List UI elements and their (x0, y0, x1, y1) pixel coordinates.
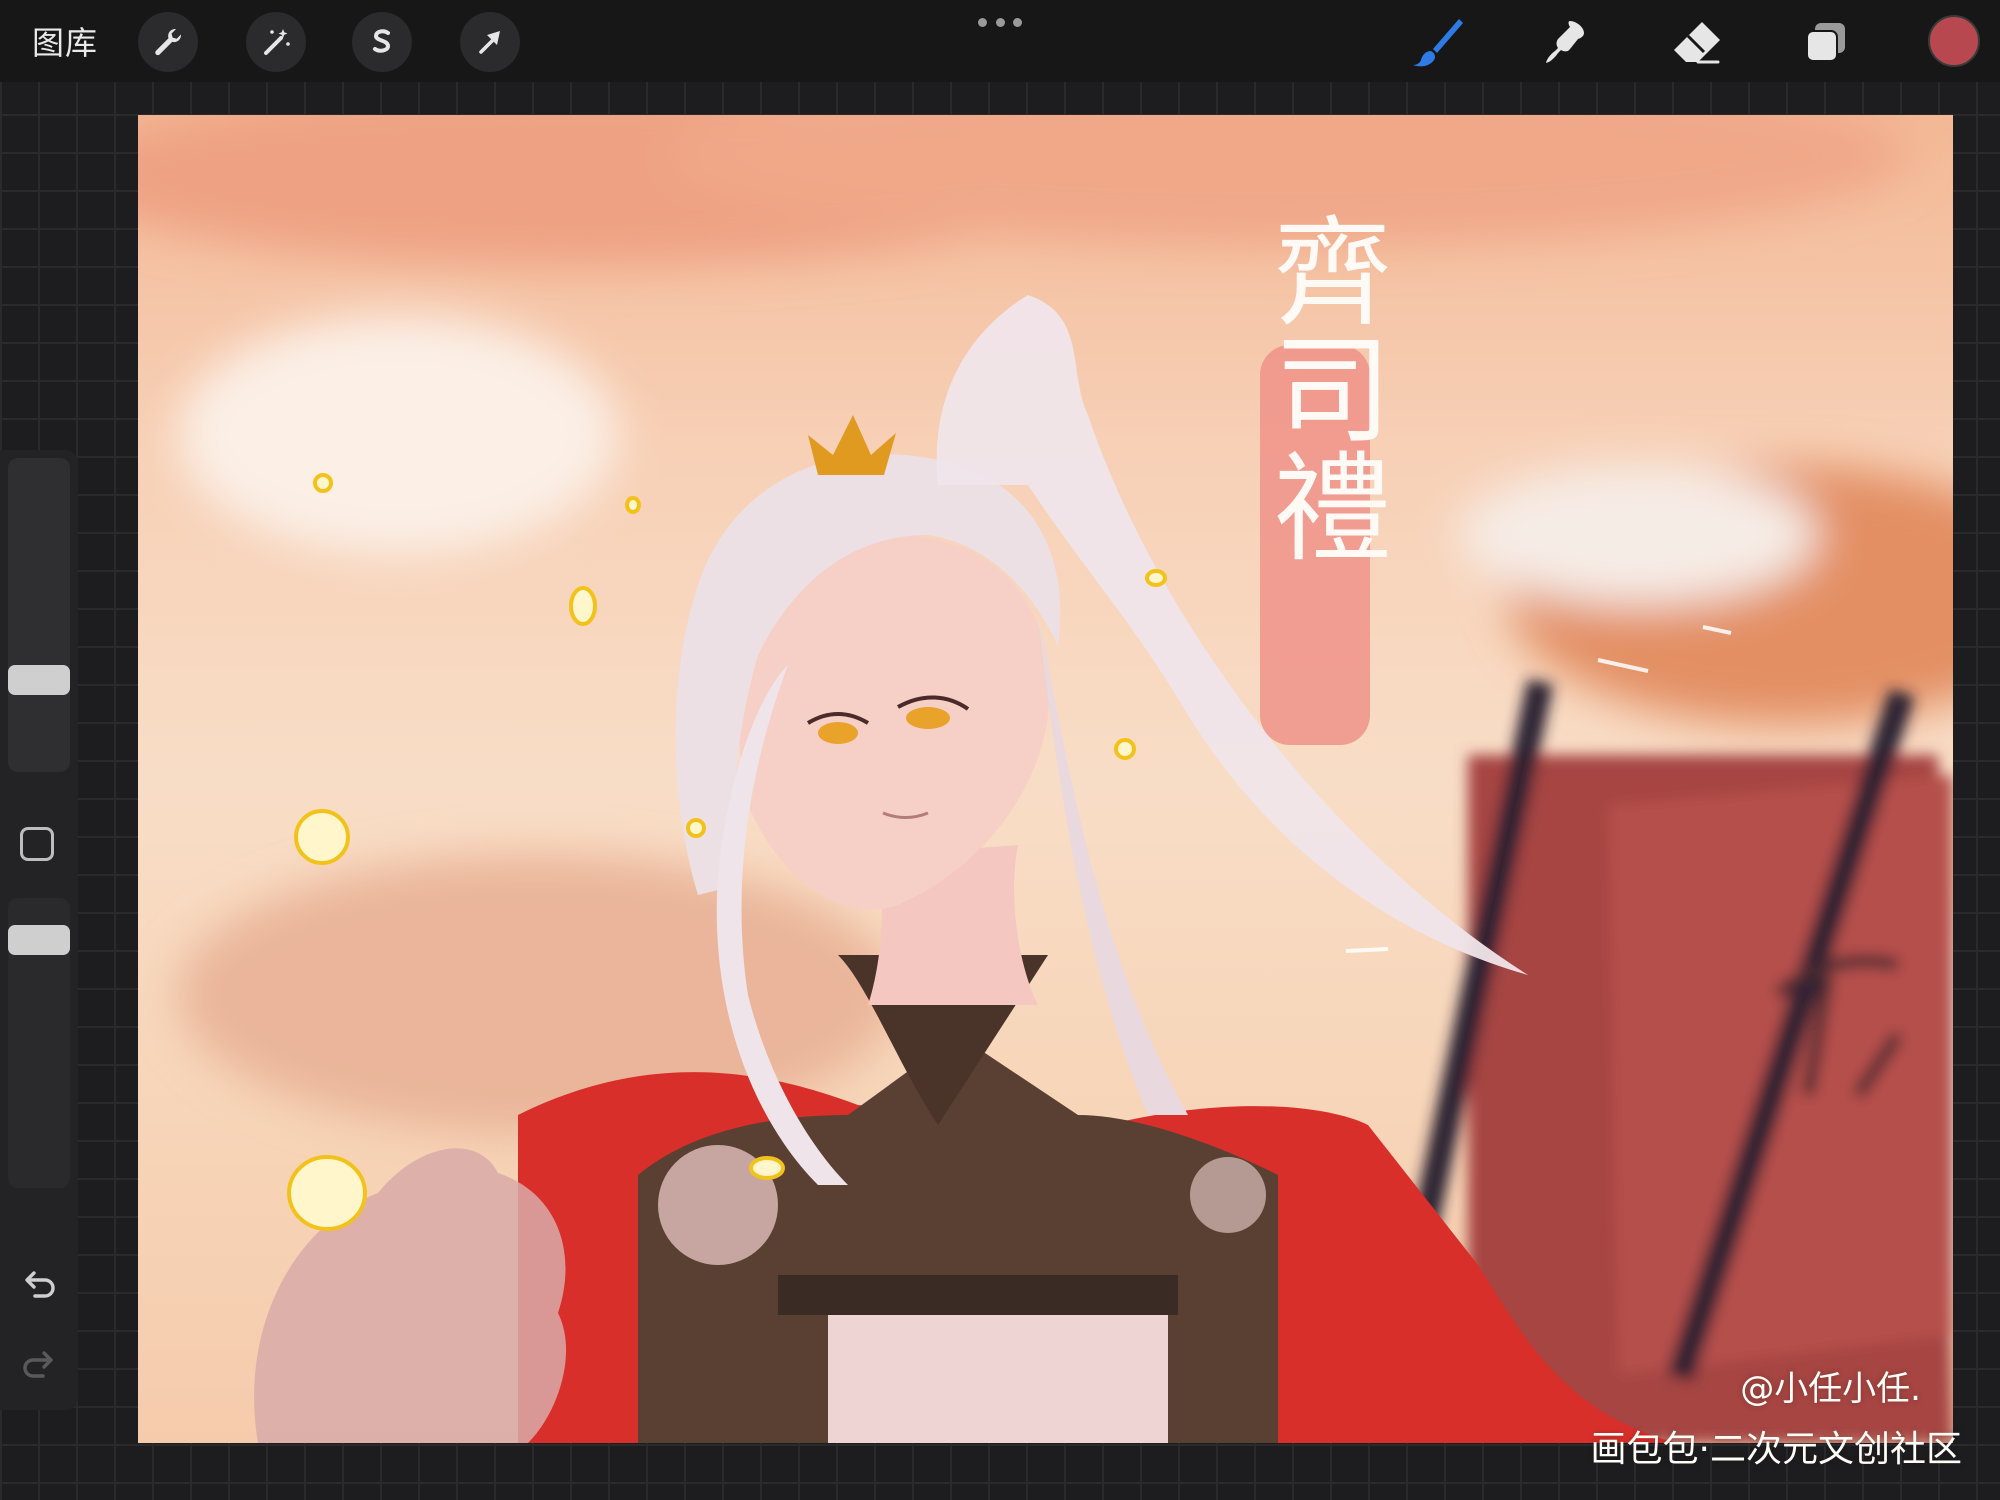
artwork-illustration (138, 115, 1953, 1443)
eraser-tool-button[interactable] (1664, 10, 1728, 74)
top-toolbar: 图库 (0, 0, 2000, 82)
eraser-icon (1674, 22, 1720, 64)
color-picker-button[interactable] (1928, 15, 1980, 67)
redo-icon (23, 1351, 53, 1378)
adjustments-button[interactable] (246, 12, 306, 72)
watermark-author: @小任小任. (1740, 1369, 1921, 1409)
selection-button[interactable] (352, 12, 412, 72)
watermark-site: 画包包·二次元文创社区 (1590, 1429, 1962, 1470)
transform-arrow-icon (479, 31, 500, 54)
brush-icon (1413, 19, 1463, 67)
smudge-icon (1546, 21, 1584, 63)
modify-square-icon[interactable] (20, 827, 54, 861)
smudge-tool-button[interactable] (1535, 10, 1599, 74)
layers-icon (1806, 23, 1845, 62)
undo-button[interactable] (18, 1265, 60, 1301)
undo-icon (25, 1271, 55, 1298)
brush-tool-button[interactable] (1406, 10, 1470, 74)
brush-size-thumb[interactable] (8, 665, 70, 695)
selection-icon (373, 29, 391, 53)
redo-button[interactable] (18, 1345, 60, 1381)
gallery-button[interactable]: 图库 (32, 18, 98, 64)
wrench-icon (155, 28, 182, 56)
layers-button[interactable] (1794, 10, 1858, 74)
brush-size-slider[interactable] (8, 458, 70, 772)
opacity-thumb[interactable] (8, 925, 70, 955)
drawing-canvas[interactable]: 齊司禮 @小任小任. (138, 115, 1953, 1443)
transform-button[interactable] (460, 12, 520, 72)
actions-button[interactable] (138, 12, 198, 72)
magic-wand-icon (264, 29, 290, 55)
more-options-icon[interactable] (978, 12, 1022, 32)
calligraphy-title: 齊司禮 (1253, 210, 1391, 564)
